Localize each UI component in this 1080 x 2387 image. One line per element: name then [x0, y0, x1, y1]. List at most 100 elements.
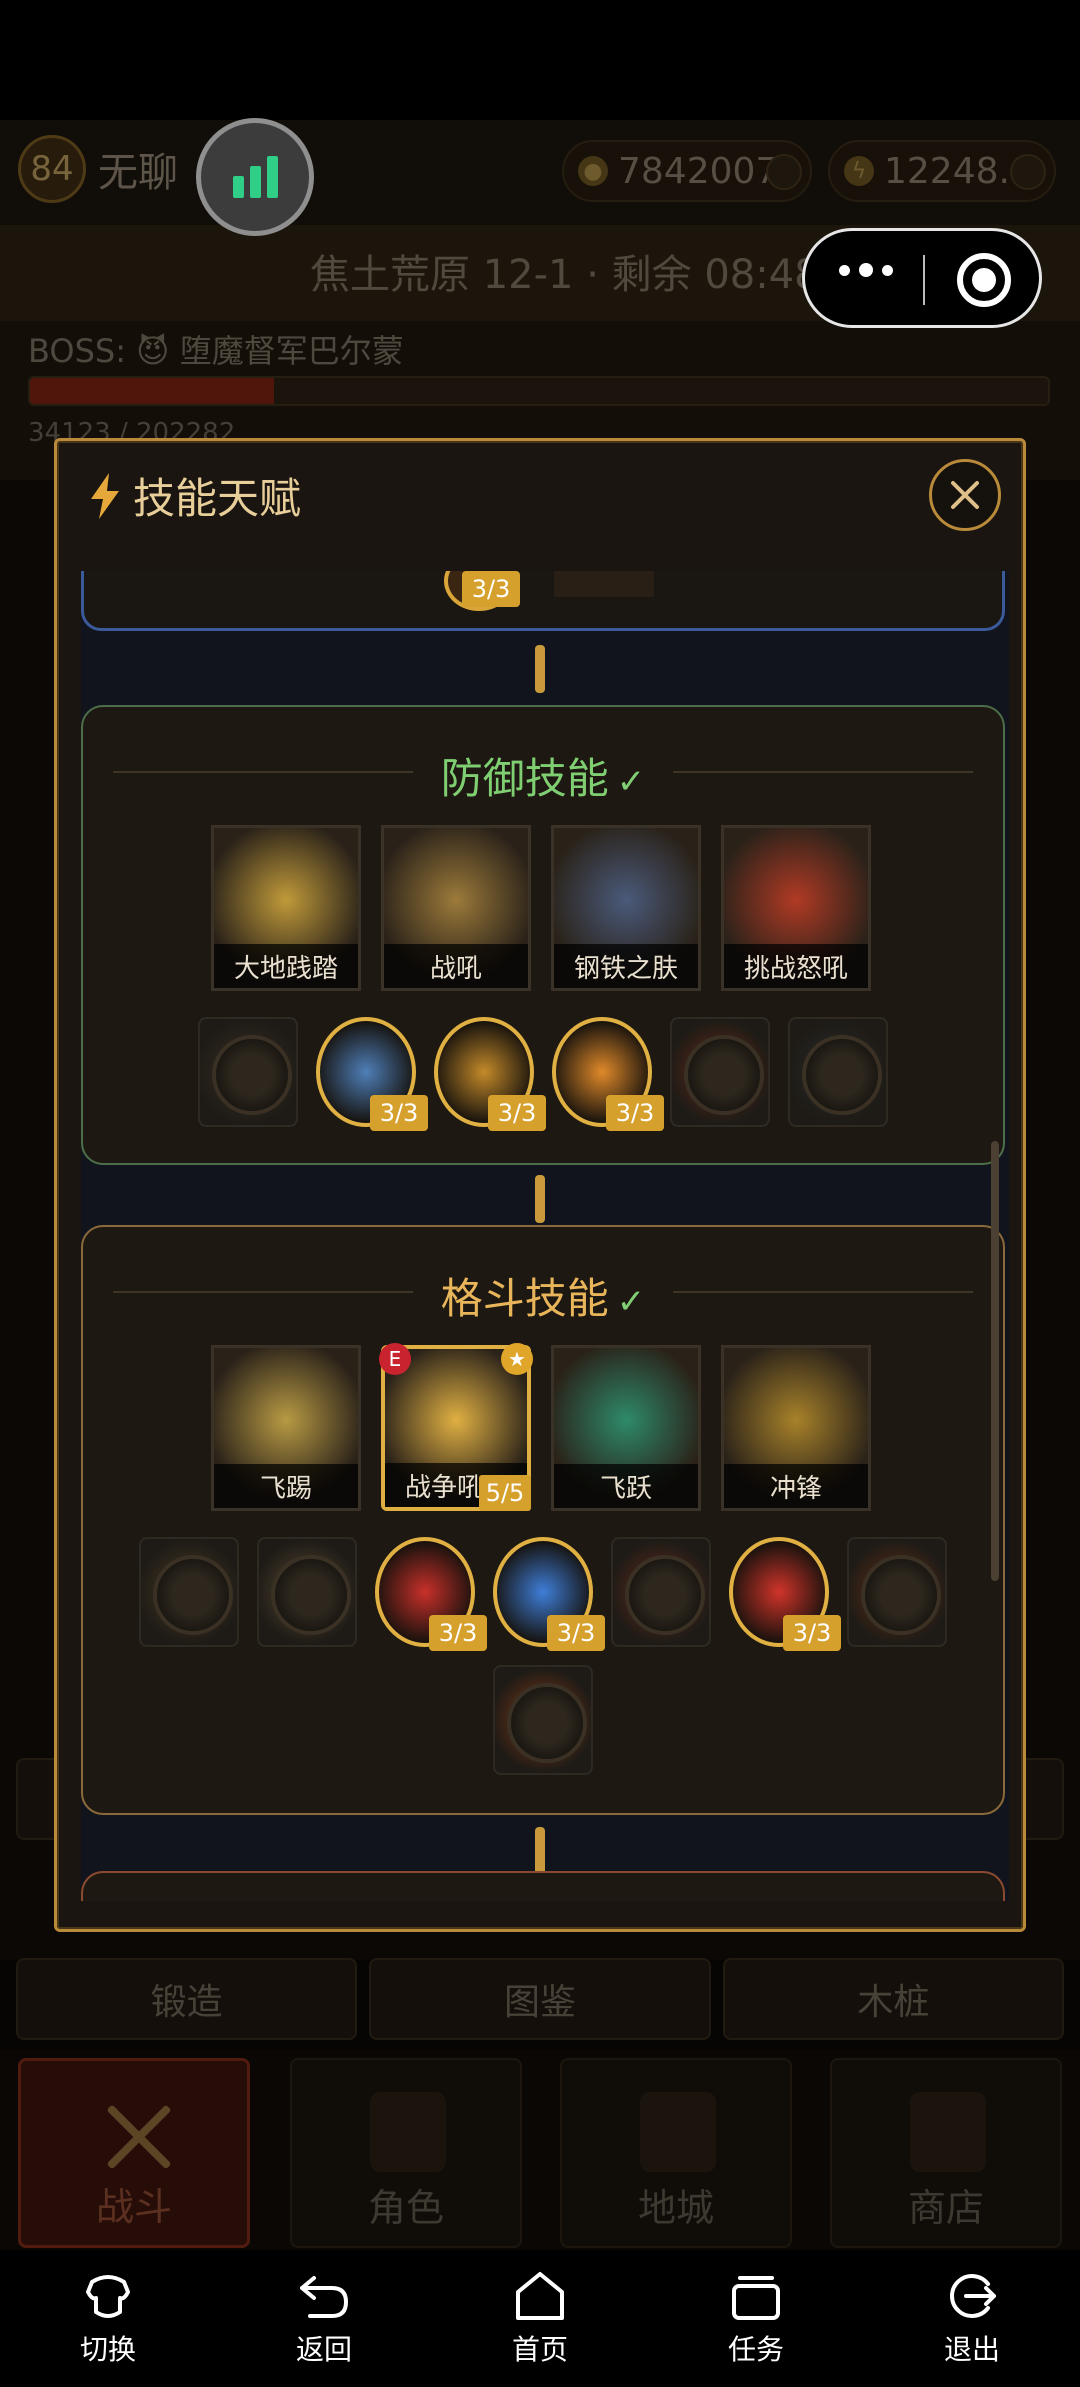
talent-node[interactable]: [257, 1537, 357, 1647]
back-icon: [300, 2275, 348, 2318]
helmet-icon: [370, 2092, 446, 2172]
skill-name: 挑战怒吼: [724, 944, 868, 988]
skill-name: 战吼: [384, 944, 528, 988]
section-connector: [535, 645, 545, 693]
skill-name: 冲锋: [724, 1464, 868, 1508]
skill-level-badge: 5/5: [479, 1475, 531, 1511]
scrollbar[interactable]: [991, 1141, 999, 1581]
skill-card[interactable]: 钢铁之肤: [551, 825, 701, 991]
star-icon: ★: [501, 1343, 533, 1375]
coin-icon: ●: [578, 156, 608, 186]
lightning-icon: ϟ: [844, 156, 874, 186]
talent-icon: [139, 1537, 239, 1647]
tab-shop[interactable]: 商店: [830, 2058, 1062, 2248]
section-title-text: 防御技能: [440, 754, 609, 803]
crossed-swords-icon: [101, 2099, 177, 2175]
energy-resource[interactable]: ϟ 12248.0: [828, 140, 1056, 202]
talent-scroll-view[interactable]: 3/3 防御技能 ✓ 大地践踏 战吼 钢铁之肤 挑战怒吼 3/3 3/3 3/3 格斗技能 ✓…: [81, 571, 1009, 1901]
talent-node[interactable]: [139, 1537, 239, 1647]
previous-skill-section: 3/3: [81, 571, 1005, 631]
tab-battle[interactable]: 战斗: [18, 2058, 250, 2248]
tab-label: 战斗: [95, 2185, 172, 2229]
close-icon: [951, 481, 979, 509]
player-name: 无聊: [98, 150, 178, 196]
skill-name: 飞踢: [214, 1464, 358, 1508]
boss-hp-bar: [28, 376, 1050, 406]
skill-card[interactable]: 冲锋: [721, 1345, 871, 1511]
player-level-badge: 84: [18, 135, 86, 203]
tab-label: 地城: [637, 2186, 714, 2230]
boss-hp-fill: [30, 378, 275, 404]
switch-button[interactable]: 切换: [38, 2270, 178, 2368]
network-signal-bubble[interactable]: [196, 118, 314, 236]
talent-level-badge: 3/3: [462, 571, 520, 607]
skill-card[interactable]: 飞跃: [551, 1345, 701, 1511]
tab-dungeon[interactable]: 地城: [560, 2058, 792, 2248]
defense-skill-section: 防御技能 ✓ 大地践踏 战吼 钢铁之肤 挑战怒吼 3/3 3/3 3/3: [81, 705, 1005, 1165]
skill-name: 大地践踏: [214, 944, 358, 988]
talent-level-badge: 3/3: [370, 1095, 428, 1131]
forge-button[interactable]: 锻造: [16, 1958, 358, 2040]
talent-node[interactable]: 3/3: [493, 1537, 605, 1651]
nav-label: 首页: [511, 2332, 568, 2366]
gate-icon: [640, 2092, 716, 2172]
talent-node[interactable]: 3/3: [434, 1017, 546, 1131]
skill-card[interactable]: 大地践踏: [211, 825, 361, 991]
tab-label: 角色: [367, 2186, 444, 2230]
back-button[interactable]: 返回: [254, 2270, 394, 2368]
capsule-divider: [923, 255, 925, 305]
talent-node[interactable]: [611, 1537, 711, 1647]
talent-node[interactable]: 3/3: [552, 1017, 664, 1131]
talent-level-badge: 3/3: [488, 1095, 546, 1131]
combat-skill-section: 格斗技能 ✓ 飞踢 战争吼 E ★ 5/5 飞跃 冲锋 3/3 3/3 3/3: [81, 1225, 1005, 1815]
task-icon: [732, 2275, 780, 2320]
dummy-button[interactable]: 木桩: [722, 1958, 1064, 2040]
talent-icon: [198, 1017, 298, 1127]
close-miniprogram-icon[interactable]: [957, 253, 1011, 307]
function-button-row: 锻造 图鉴 木桩: [0, 1958, 1080, 2040]
status-area: [0, 0, 1080, 120]
skill-card-partial[interactable]: [554, 571, 654, 597]
close-button[interactable]: [929, 459, 1001, 531]
talent-node[interactable]: [847, 1537, 947, 1647]
talent-node[interactable]: 3/3: [316, 1017, 428, 1131]
nav-label: 切换: [79, 2332, 136, 2366]
skill-name: 飞跃: [554, 1464, 698, 1508]
miniprogram-capsule: [802, 228, 1042, 328]
skill-name: 钢铁之肤: [554, 944, 698, 988]
talent-node[interactable]: 3/3: [375, 1537, 487, 1651]
tab-label: 商店: [907, 2186, 984, 2230]
codex-button[interactable]: 图鉴: [369, 1958, 711, 2040]
skill-card[interactable]: 战争吼 E ★ 5/5: [379, 1343, 533, 1511]
check-icon: ✓: [616, 1282, 646, 1322]
section-title: 格斗技能 ✓: [83, 1265, 1003, 1326]
talent-node[interactable]: [198, 1017, 298, 1127]
add-energy-icon[interactable]: [1010, 154, 1046, 190]
talent-node[interactable]: [788, 1017, 888, 1127]
signal-bars-icon: [232, 156, 278, 198]
more-menu-icon[interactable]: [839, 263, 893, 277]
talent-node[interactable]: [493, 1665, 593, 1775]
talent-icon: [788, 1017, 888, 1127]
add-gold-icon[interactable]: [766, 154, 802, 190]
section-connector: [535, 1175, 545, 1223]
section-title-text: 格斗技能: [440, 1274, 609, 1323]
skill-card[interactable]: 飞踢: [211, 1345, 361, 1511]
lightning-icon: [87, 472, 123, 519]
game-screen: 84 无聊 ● 7842007 ϟ 12248.0 焦土荒原 12-1 · 剩余…: [0, 0, 1080, 2387]
exit-button[interactable]: 退出: [902, 2270, 1042, 2368]
talent-icon: [611, 1537, 711, 1647]
skill-card[interactable]: 挑战怒吼: [721, 825, 871, 991]
skill-card[interactable]: 战吼: [381, 825, 531, 991]
system-navigation-bar: 切换 返回 首页 任务 退出: [0, 2250, 1080, 2387]
talent-node[interactable]: 3/3: [729, 1537, 841, 1651]
talent-level-badge: 3/3: [429, 1615, 487, 1651]
talent-node[interactable]: [670, 1017, 770, 1127]
equipped-badge: E: [379, 1343, 411, 1375]
nav-label: 任务: [727, 2332, 784, 2366]
home-button[interactable]: 首页: [470, 2270, 610, 2368]
task-button[interactable]: 任务: [686, 2270, 826, 2368]
gold-resource[interactable]: ● 7842007: [562, 140, 812, 202]
tab-character[interactable]: 角色: [290, 2058, 522, 2248]
switch-icon: [86, 2274, 130, 2318]
